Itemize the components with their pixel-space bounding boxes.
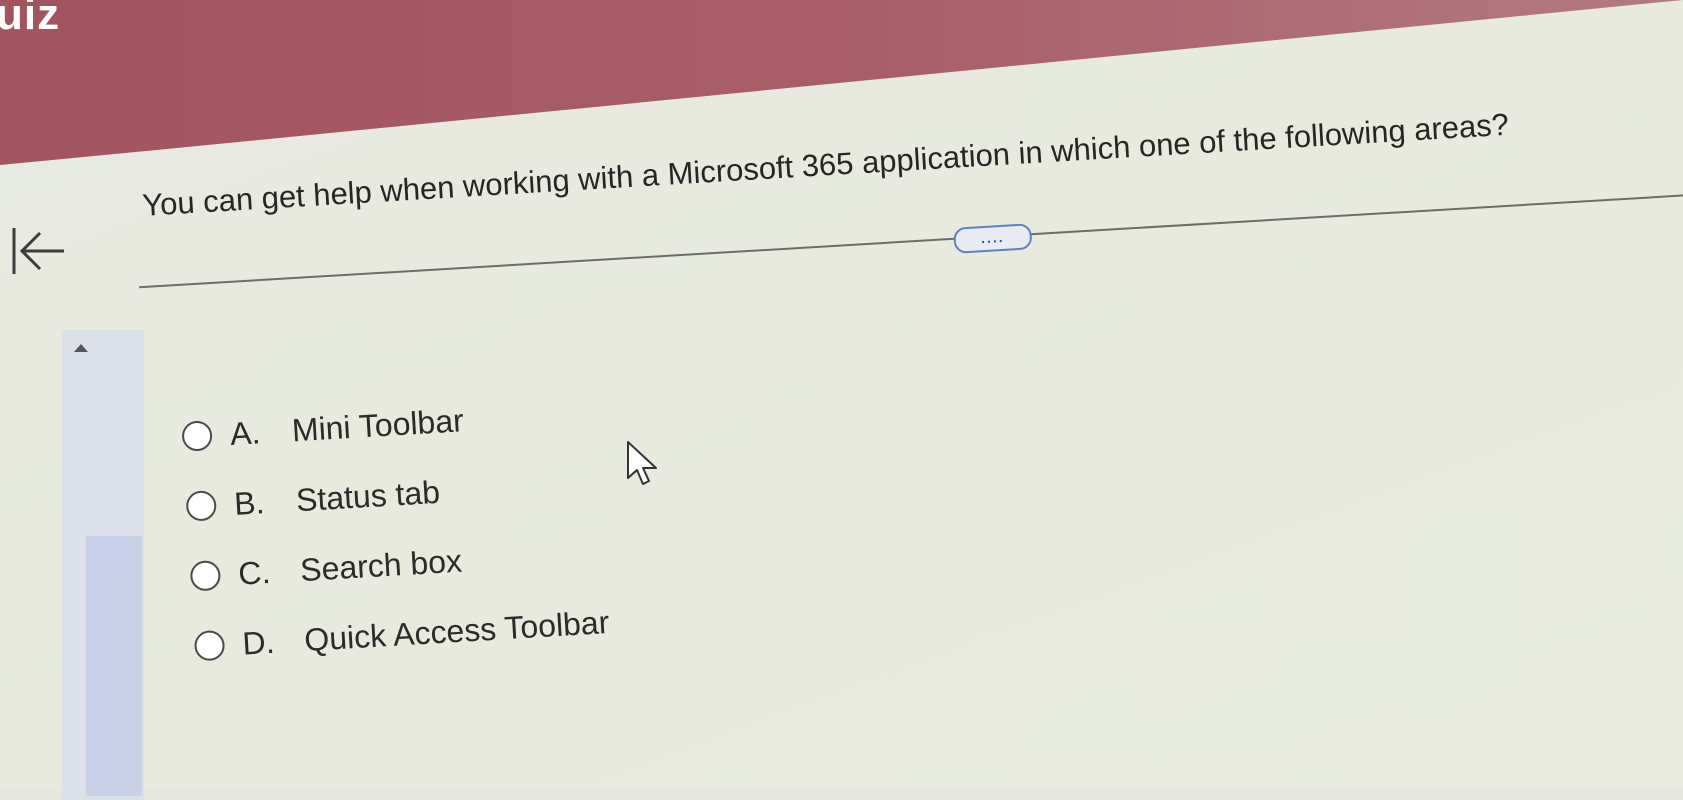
option-letter: B. — [233, 483, 266, 522]
question-text: You can get help when working with a Mic… — [141, 106, 1510, 223]
option-label: Mini Toolbar — [290, 401, 465, 448]
answer-options: A. Mini Toolbar B. Status tab C. Search … — [180, 377, 611, 681]
option-letter: D. — [241, 623, 276, 662]
radio-button[interactable] — [185, 490, 218, 522]
radio-button[interactable] — [189, 559, 222, 592]
option-letter: C. — [237, 553, 272, 592]
radio-button[interactable] — [181, 420, 213, 452]
option-label: Status tab — [294, 473, 441, 518]
mouse-pointer-icon — [627, 441, 657, 485]
radio-button[interactable] — [193, 629, 226, 662]
option-label: Quick Access Toolbar — [303, 603, 611, 658]
option-label: Search box — [299, 542, 463, 588]
option-letter: A. — [228, 413, 262, 452]
question-area: You can get help when working with a Mic… — [0, 0, 1683, 795]
more-button[interactable]: .... — [953, 223, 1033, 254]
